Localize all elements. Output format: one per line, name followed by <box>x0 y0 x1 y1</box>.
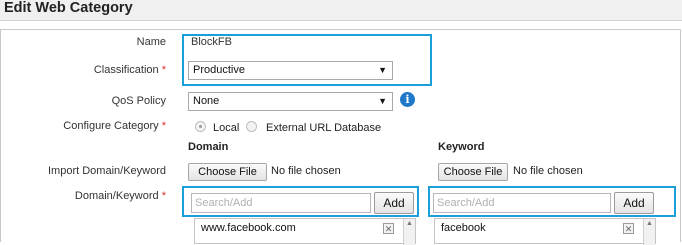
title-bar: Edit Web Category <box>0 0 682 21</box>
required-marker: * <box>161 64 166 76</box>
qos-selected: None <box>193 95 220 107</box>
highlight-box-keyword-add <box>428 186 676 217</box>
name-label: Name <box>136 36 166 48</box>
keyword-choose-file-button[interactable]: Choose File <box>438 163 508 181</box>
domain-keyword-label: Domain/Keyword * <box>74 190 166 202</box>
remove-icon[interactable]: ✕ <box>383 223 394 234</box>
keyword-list: facebook ✕ ▲ <box>434 218 656 245</box>
required-marker: * <box>161 190 166 202</box>
list-item: www.facebook.com <box>201 222 296 234</box>
scrollbar[interactable]: ▲ <box>643 219 655 245</box>
info-icon[interactable]: i <box>400 92 415 107</box>
classification-label: Classification * <box>93 64 166 76</box>
scroll-up-icon[interactable]: ▲ <box>646 220 653 227</box>
required-marker: * <box>161 120 166 132</box>
highlight-box-name-classification <box>182 34 432 86</box>
column-header-keyword: Keyword <box>438 141 485 153</box>
list-item: facebook <box>441 222 486 234</box>
domain-list: www.facebook.com ✕ ▲ <box>194 218 416 245</box>
scrollbar[interactable]: ▲ <box>403 219 415 245</box>
column-header-domain: Domain <box>188 141 229 153</box>
configure-category-label: Configure Category * <box>63 120 166 132</box>
dropdown-arrow-icon: ▼ <box>378 96 387 106</box>
radio-external-url-database[interactable] <box>246 121 257 132</box>
radio-external-label: External URL Database <box>266 122 382 134</box>
domain-choose-file-button[interactable]: Choose File <box>188 163 267 181</box>
radio-local[interactable] <box>195 121 206 132</box>
domain-no-file-text: No file chosen <box>271 165 341 177</box>
radio-local-label: Local <box>213 122 240 134</box>
remove-icon[interactable]: ✕ <box>623 223 634 234</box>
highlight-box-domain-add <box>182 186 419 217</box>
scroll-up-icon[interactable]: ▲ <box>406 220 413 227</box>
import-label: Import Domain/Keyword <box>48 165 166 177</box>
qos-select[interactable]: None ▼ <box>188 92 393 111</box>
page-title: Edit Web Category <box>4 0 133 16</box>
qos-label: QoS Policy <box>111 95 166 107</box>
keyword-no-file-text: No file chosen <box>513 165 583 177</box>
